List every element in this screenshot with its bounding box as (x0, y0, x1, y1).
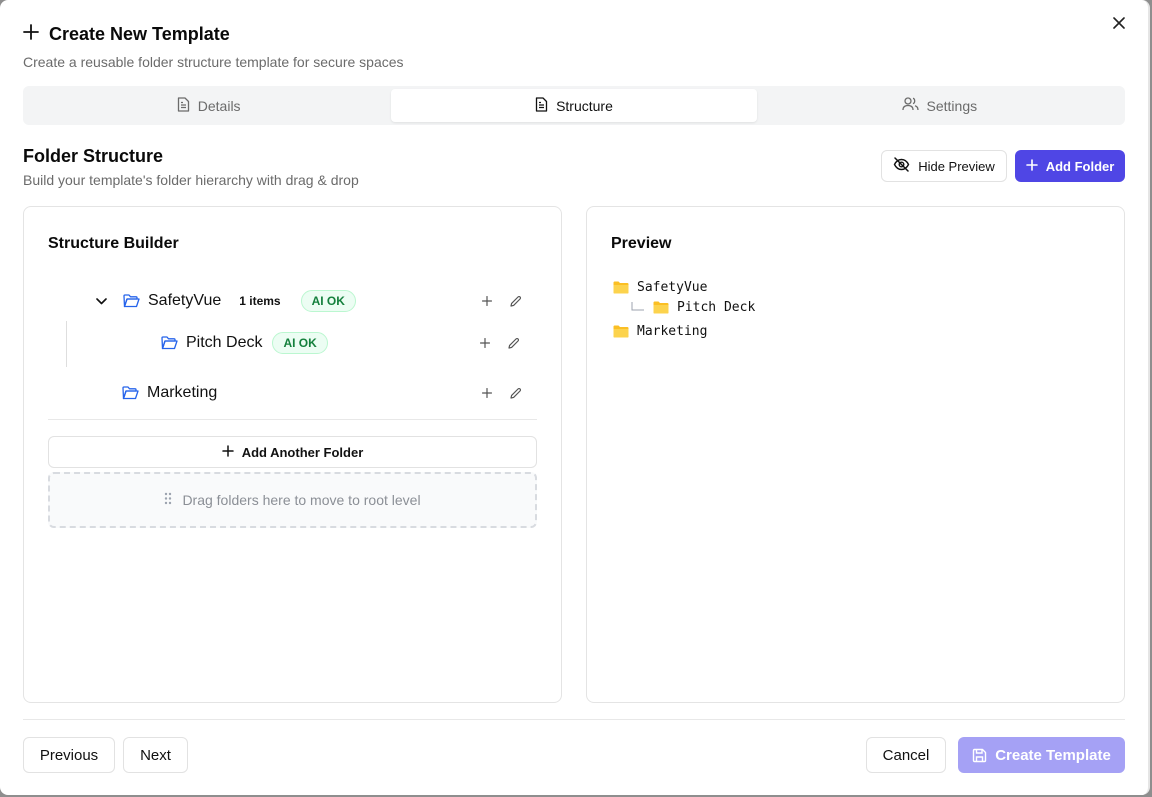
preview-item-name: Pitch Deck (677, 300, 756, 315)
create-template-button[interactable]: Create Template (958, 737, 1125, 773)
drag-handle-icon (164, 492, 172, 508)
tab-settings[interactable]: Settings (757, 89, 1122, 122)
add-subfolder-icon[interactable] (479, 293, 495, 309)
tree-branch-icon (631, 301, 645, 314)
dialog-title-text: Create New Template (49, 23, 230, 44)
close-icon[interactable] (1110, 14, 1128, 32)
preview-title: Preview (611, 235, 672, 252)
folder-icon (613, 325, 629, 338)
save-icon (972, 748, 987, 763)
preview-item: SafetyVue (613, 280, 707, 295)
folder-name[interactable]: SafetyVue (148, 292, 221, 310)
tab-label: Settings (926, 97, 978, 114)
edit-pencil-icon[interactable] (505, 335, 521, 351)
preview-item: Marketing (613, 324, 707, 339)
structure-builder-panel: Structure Builder SafetyVue 1 items AI O… (23, 206, 562, 703)
structure-builder-title: Structure Builder (48, 235, 179, 252)
next-button[interactable]: Next (123, 737, 188, 773)
folder-icon (123, 294, 140, 308)
hide-preview-button[interactable]: Hide Preview (881, 150, 1007, 182)
tab-label: Details (197, 97, 241, 114)
tab-details[interactable]: Details (26, 89, 391, 122)
document-icon (177, 96, 190, 115)
eye-off-icon (893, 157, 910, 175)
preview-item-name: SafetyVue (637, 280, 708, 295)
preview-item-name: Marketing (637, 324, 708, 339)
preview-panel: Preview SafetyVue Pitch Deck Marketing (586, 206, 1125, 703)
add-another-folder-button[interactable]: Add Another Folder (48, 436, 537, 468)
section-title: Folder Structure (23, 146, 164, 166)
tab-bar: Details Structure Settings (23, 86, 1125, 125)
dialog-header: Create New Template Create a reusable fo… (23, 22, 404, 71)
root-dropzone[interactable]: Drag folders here to move to root level (48, 472, 537, 528)
tab-structure[interactable]: Structure (391, 89, 757, 122)
item-count-badge: 1 items (239, 294, 281, 308)
footer-divider (23, 719, 1125, 720)
folder-icon (122, 386, 139, 400)
preview-item: Pitch Deck (631, 300, 755, 315)
folder-row-pitch-deck[interactable]: Pitch Deck AI OK (161, 332, 328, 354)
add-folder-button[interactable]: Add Folder (1015, 150, 1125, 182)
document-icon (535, 96, 548, 115)
chevron-down-icon[interactable] (96, 297, 110, 305)
edit-pencil-icon[interactable] (507, 385, 523, 401)
add-folder-label: Add Folder (1045, 158, 1115, 174)
create-template-dialog: Create New Template Create a reusable fo… (0, 0, 1150, 795)
add-another-folder-label: Add Another Folder (241, 444, 364, 460)
dropzone-text: Drag folders here to move to root level (182, 492, 421, 508)
folder-icon (161, 336, 178, 350)
dialog-subtitle: Create a reusable folder structure templ… (23, 54, 404, 70)
folder-icon (653, 301, 669, 314)
folder-name[interactable]: Pitch Deck (186, 334, 262, 352)
ai-ok-badge: AI OK (272, 332, 328, 354)
hide-preview-label: Hide Preview (918, 158, 995, 174)
plus-icon (23, 23, 39, 45)
folder-row-safetyvue[interactable]: SafetyVue 1 items AI OK (96, 290, 356, 312)
tree-connector (66, 321, 67, 367)
edit-pencil-icon[interactable] (507, 293, 523, 309)
folder-icon (613, 281, 629, 294)
plus-icon (221, 444, 234, 460)
ai-ok-badge: AI OK (300, 290, 356, 312)
tab-label: Structure (556, 97, 613, 114)
add-subfolder-icon[interactable] (477, 335, 493, 351)
cancel-button[interactable]: Cancel (866, 737, 946, 773)
folder-name[interactable]: Marketing (147, 384, 217, 402)
add-subfolder-icon[interactable] (479, 385, 495, 401)
plus-icon (1025, 158, 1038, 174)
users-icon (901, 97, 919, 114)
dialog-title: Create New Template (23, 22, 404, 46)
previous-button[interactable]: Previous (23, 737, 115, 773)
section-subtitle: Build your template's folder hierarchy w… (23, 172, 359, 188)
create-template-label: Create Template (995, 746, 1111, 764)
divider (48, 419, 537, 420)
folder-row-marketing[interactable]: Marketing (122, 382, 217, 404)
